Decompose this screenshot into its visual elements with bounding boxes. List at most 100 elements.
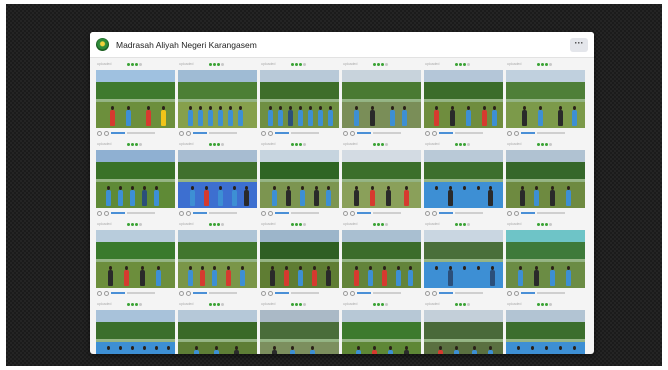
like-icon[interactable] — [97, 130, 102, 136]
photo-tile[interactable]: uploaded — [342, 298, 421, 354]
like-icon[interactable] — [343, 210, 348, 216]
photo-tile[interactable]: uploaded — [506, 138, 585, 218]
like-icon[interactable] — [179, 290, 184, 296]
like-icon[interactable] — [425, 290, 430, 296]
scout-activity-photo[interactable] — [342, 230, 421, 288]
comment-icon[interactable] — [514, 210, 519, 216]
comment-icon[interactable] — [514, 290, 519, 296]
page-title[interactable]: Madrasah Aliyah Negeri Karangasem — [116, 40, 257, 50]
scout-activity-photo[interactable] — [506, 70, 585, 128]
scout-activity-photo[interactable] — [342, 150, 421, 208]
comment-icon[interactable] — [350, 130, 355, 136]
scout-activity-photo[interactable] — [260, 310, 339, 354]
comment-icon[interactable] — [104, 290, 109, 296]
scout-activity-photo[interactable] — [178, 310, 257, 354]
photo-tile[interactable]: uploaded — [424, 218, 503, 298]
scout-activity-photo[interactable] — [342, 70, 421, 128]
comment-icon[interactable] — [350, 210, 355, 216]
comment-icon[interactable] — [186, 130, 191, 136]
scout-activity-photo[interactable] — [506, 310, 585, 354]
like-icon[interactable] — [97, 290, 102, 296]
rating-dot — [127, 142, 130, 146]
scout-activity-photo[interactable] — [424, 150, 503, 208]
scout-activity-photo[interactable] — [96, 70, 175, 128]
like-icon[interactable] — [507, 130, 512, 136]
scout-activity-photo[interactable] — [178, 230, 257, 288]
scout-activity-photo[interactable] — [424, 70, 503, 128]
comment-icon[interactable] — [268, 210, 273, 216]
comment-icon[interactable] — [186, 290, 191, 296]
like-icon[interactable] — [261, 290, 266, 296]
photo-tile[interactable]: uploaded — [178, 138, 257, 218]
scout-activity-photo[interactable] — [260, 230, 339, 288]
scout-activity-photo[interactable] — [342, 310, 421, 354]
photo-tile[interactable]: uploaded — [96, 58, 175, 138]
photo-tile[interactable]: uploaded — [342, 138, 421, 218]
person-figure — [142, 186, 147, 206]
like-icon[interactable] — [507, 210, 512, 216]
photo-tile[interactable]: uploaded — [506, 298, 585, 354]
reaction-bar — [111, 132, 125, 134]
scout-activity-photo[interactable] — [96, 150, 175, 208]
photo-tile[interactable]: uploaded — [424, 298, 503, 354]
rating-dot — [217, 142, 220, 146]
photo-tile[interactable]: uploaded — [178, 218, 257, 298]
rating-dot — [131, 142, 134, 146]
scout-activity-photo[interactable] — [424, 230, 503, 288]
photo-tile[interactable]: uploaded — [506, 58, 585, 138]
photo-tile[interactable]: uploaded — [96, 298, 175, 354]
comment-icon[interactable] — [432, 130, 437, 136]
like-icon[interactable] — [179, 130, 184, 136]
comment-icon[interactable] — [186, 210, 191, 216]
comment-icon[interactable] — [432, 290, 437, 296]
scout-activity-photo[interactable] — [506, 230, 585, 288]
photo-tile[interactable]: uploaded — [96, 218, 175, 298]
rating-dot — [463, 222, 466, 226]
like-icon[interactable] — [261, 130, 266, 136]
person-figure — [198, 106, 203, 126]
photo-tile[interactable]: uploaded — [342, 58, 421, 138]
scout-activity-photo[interactable] — [260, 70, 339, 128]
photo-tile[interactable]: uploaded — [260, 298, 339, 354]
scout-activity-photo[interactable] — [96, 310, 175, 354]
photo-tile[interactable]: uploaded — [260, 218, 339, 298]
like-icon[interactable] — [261, 210, 266, 216]
person-figure — [354, 106, 359, 126]
rating-dot — [467, 302, 470, 306]
photo-tile[interactable]: uploaded — [178, 298, 257, 354]
school-logo-icon[interactable] — [96, 38, 109, 51]
like-icon[interactable] — [425, 210, 430, 216]
person-figure — [130, 346, 135, 354]
photo-tile[interactable]: uploaded — [506, 218, 585, 298]
like-icon[interactable] — [179, 210, 184, 216]
photo-tile[interactable]: uploaded — [424, 138, 503, 218]
comment-icon[interactable] — [268, 290, 273, 296]
like-icon[interactable] — [507, 290, 512, 296]
photo-tile[interactable]: uploaded — [260, 138, 339, 218]
like-icon[interactable] — [97, 210, 102, 216]
comment-icon[interactable] — [268, 130, 273, 136]
scout-activity-photo[interactable] — [260, 150, 339, 208]
like-icon[interactable] — [425, 130, 430, 136]
like-icon[interactable] — [343, 290, 348, 296]
photo-tile[interactable]: uploaded — [342, 218, 421, 298]
rating-dot — [381, 222, 384, 226]
more-options-button[interactable]: ··· — [570, 37, 588, 52]
person-figure — [566, 266, 571, 286]
comment-icon[interactable] — [104, 210, 109, 216]
photo-tile[interactable]: uploaded — [260, 58, 339, 138]
comment-icon[interactable] — [350, 290, 355, 296]
comment-icon[interactable] — [432, 210, 437, 216]
photo-tile[interactable]: uploaded — [424, 58, 503, 138]
scout-activity-photo[interactable] — [424, 310, 503, 354]
comment-icon[interactable] — [514, 130, 519, 136]
scout-activity-photo[interactable] — [178, 150, 257, 208]
photo-tile[interactable]: uploaded — [96, 138, 175, 218]
comment-icon[interactable] — [104, 130, 109, 136]
scout-activity-photo[interactable] — [178, 70, 257, 128]
scout-activity-photo[interactable] — [96, 230, 175, 288]
scout-activity-photo[interactable] — [506, 150, 585, 208]
photo-tile[interactable]: uploaded — [178, 58, 257, 138]
like-icon[interactable] — [343, 130, 348, 136]
caption-bar — [209, 212, 237, 214]
